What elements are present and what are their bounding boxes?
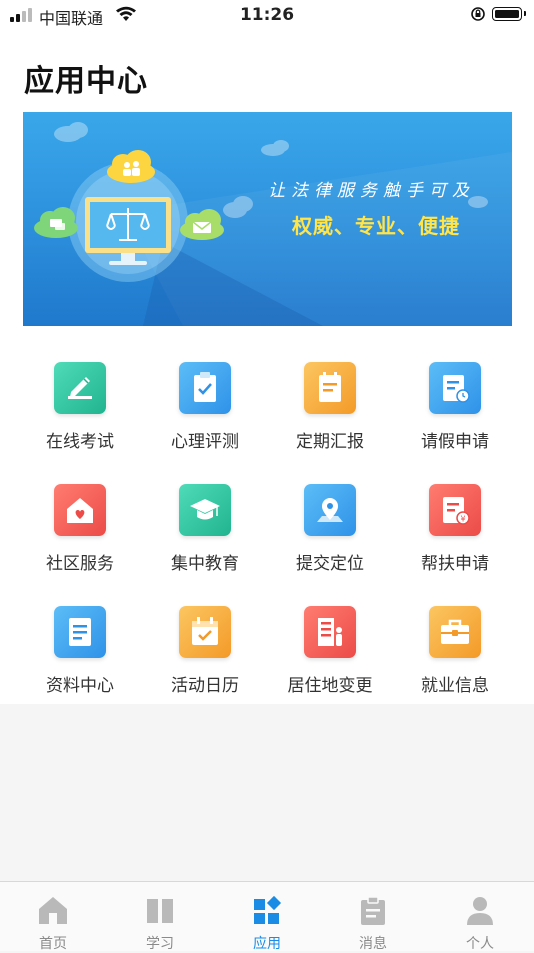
app-label: 在线考试: [46, 432, 114, 452]
tab-study[interactable]: 学习: [107, 882, 213, 952]
tab-apps[interactable]: 应用: [214, 882, 320, 952]
clipboard-icon: [361, 896, 385, 925]
app-label: 请假申请: [421, 432, 489, 452]
leave-form-icon: [429, 362, 481, 414]
report-icon: [304, 362, 356, 414]
page-content: [0, 0, 534, 704]
app-label: 活动日历: [171, 676, 239, 696]
status-time: 11:26: [239, 5, 295, 25]
community-house-icon: [54, 484, 106, 536]
app-label: 定期汇报: [296, 432, 364, 452]
rotation-lock-icon: [471, 7, 485, 21]
app-assistance-request[interactable]: ¥ 帮扶申请: [390, 484, 520, 584]
tab-label: 消息: [359, 936, 387, 952]
app-online-exam[interactable]: 在线考试: [15, 362, 145, 462]
pencil-icon: [54, 362, 106, 414]
app-label: 社区服务: [46, 554, 114, 574]
app-label: 提交定位: [296, 554, 364, 574]
tab-home[interactable]: 首页: [0, 882, 106, 952]
page-title: 应用中心: [24, 64, 148, 99]
document-icon: [54, 606, 106, 658]
app-label: 资料中心: [46, 676, 114, 696]
tab-label: 学习: [146, 936, 174, 952]
calendar-icon: [179, 606, 231, 658]
app-event-calendar[interactable]: 活动日历: [140, 606, 270, 706]
app-residence-change[interactable]: 居住地变更: [265, 606, 395, 706]
building-person-icon: [304, 606, 356, 658]
app-submit-location[interactable]: 提交定位: [265, 484, 395, 584]
app-label: 就业信息: [421, 676, 489, 696]
book-icon: [147, 899, 173, 923]
tab-label: 个人: [466, 936, 494, 952]
person-icon: [467, 897, 493, 925]
app-resource-center[interactable]: 资料中心: [15, 606, 145, 706]
app-employment-info[interactable]: 就业信息: [390, 606, 520, 706]
banner-slogan: 让法律服务触手可及: [268, 181, 475, 201]
app-periodic-report[interactable]: 定期汇报: [265, 362, 395, 462]
app-psych-assessment[interactable]: 心理评测: [140, 362, 270, 462]
tab-label: 应用: [253, 936, 281, 952]
app-leave-request[interactable]: 请假申请: [390, 362, 520, 462]
home-icon: [39, 897, 67, 924]
app-label: 心理评测: [171, 432, 239, 452]
tab-label: 首页: [39, 936, 67, 952]
app-label: 居住地变更: [287, 676, 373, 696]
app-label: 集中教育: [171, 554, 239, 574]
location-pin-icon: [304, 484, 356, 536]
aid-form-icon: ¥: [429, 484, 481, 536]
app-group-education[interactable]: 集中教育: [140, 484, 270, 584]
tab-profile[interactable]: 个人: [427, 882, 533, 952]
clipboard-check-icon: [179, 362, 231, 414]
briefcase-icon: [429, 606, 481, 658]
app-label: 帮扶申请: [421, 554, 489, 574]
status-bar: 中国联通 11:26: [0, 0, 534, 30]
tab-messages[interactable]: 消息: [320, 882, 426, 952]
bottom-tab-bar: 首页 学习 应用 消息 个人: [0, 881, 534, 952]
app-community-service[interactable]: 社区服务: [15, 484, 145, 584]
svg-text:¥: ¥: [460, 515, 465, 524]
apps-grid-icon: [254, 895, 282, 924]
battery-icon: [492, 7, 526, 21]
graduation-cap-icon: [179, 484, 231, 536]
banner-tagline: 权威、专业、便捷: [292, 214, 460, 238]
